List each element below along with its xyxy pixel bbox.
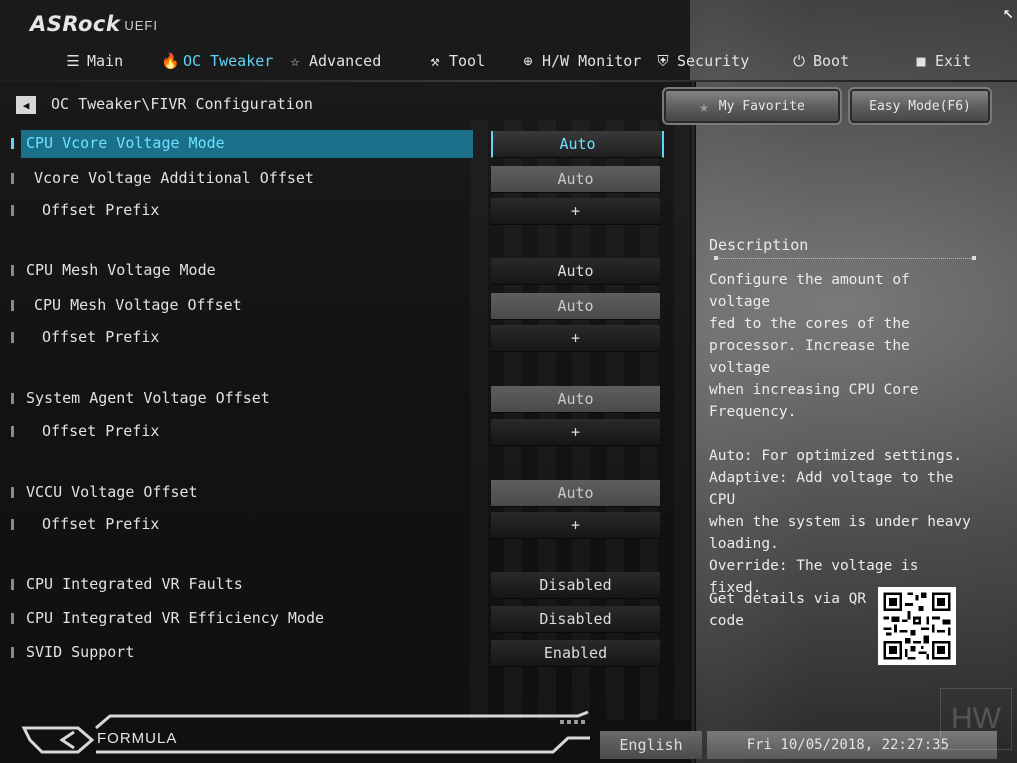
breadcrumb: OC Tweaker\FIVR Configuration [51, 95, 313, 113]
setting-value-button[interactable]: Auto [491, 131, 664, 158]
setting-row-offset-prefix[interactable]: Offset Prefix + [0, 197, 690, 225]
tab-boot[interactable]: ⏻ Boot [791, 50, 849, 72]
setting-row-cpu-mesh-voltage-offset[interactable]: CPU Mesh Voltage Offset Auto [0, 292, 690, 320]
qr-code-icon [878, 587, 956, 665]
setting-row-offset-prefix[interactable]: Offset Prefix + [0, 324, 690, 352]
setting-value-button[interactable]: + [491, 512, 660, 539]
setting-row-offset-prefix[interactable]: Offset Prefix + [0, 511, 690, 539]
flame-icon: 🔥 [161, 52, 180, 70]
tab-main[interactable]: ☰ Main [65, 50, 123, 72]
setting-label: VCCU Voltage Offset [26, 483, 198, 501]
setting-label: Offset Prefix [42, 515, 160, 533]
my-favorite-label: My Favorite [718, 98, 805, 114]
power-icon: ⏻ [793, 52, 805, 70]
setting-value-button[interactable]: + [491, 419, 660, 446]
my-favorite-button[interactable]: ★ My Favorite [662, 87, 842, 125]
tab-label: Security [677, 52, 750, 70]
setting-row-cpu-vcore-voltage-mode[interactable]: CPU Vcore Voltage Mode Auto [0, 130, 690, 158]
description-divider [714, 256, 976, 260]
tab-oc-tweaker[interactable]: 🔥 OC Tweaker [161, 50, 273, 72]
back-button[interactable]: ◀ [16, 96, 36, 114]
row-marker [11, 426, 14, 437]
tab-exit[interactable]: ■ Exit [913, 50, 971, 72]
setting-row-cpu-integrated-vr-faults[interactable]: CPU Integrated VR Faults Disabled [0, 571, 690, 599]
setting-label: SVID Support [26, 643, 135, 661]
row-marker [11, 579, 14, 590]
setting-row-svid-support[interactable]: SVID Support Enabled [0, 639, 690, 667]
row-marker [11, 393, 14, 404]
shield-icon: ⛨ [657, 52, 669, 70]
tab-hw-monitor[interactable]: ⊕ H/W Monitor [520, 50, 641, 72]
product-text: UEFI [124, 18, 158, 33]
row-marker [11, 173, 14, 184]
easy-mode-label: Easy Mode(F6) [869, 98, 971, 114]
star-wand-icon: ☆ [290, 52, 300, 70]
setting-row-system-agent-voltage-offset[interactable]: System Agent Voltage Offset Auto [0, 385, 690, 413]
setting-label: Offset Prefix [42, 201, 160, 219]
tab-label: Exit [935, 52, 972, 70]
tab-label: H/W Monitor [542, 52, 642, 70]
star-icon: ★ [699, 96, 709, 116]
tab-label: Main [87, 52, 124, 70]
row-marker [11, 300, 14, 311]
tab-bar-divider [0, 80, 1017, 82]
setting-label: CPU Integrated VR Faults [26, 575, 243, 593]
row-marker [11, 647, 14, 658]
setting-label: Offset Prefix [42, 422, 160, 440]
description-title: Description [709, 236, 809, 254]
tab-security[interactable]: ⛨ Security [655, 50, 749, 72]
asrock-uefi-logo: ASRock UEFI [30, 10, 158, 36]
setting-row-offset-prefix[interactable]: Offset Prefix + [0, 418, 690, 446]
setting-label: CPU Integrated VR Efficiency Mode [26, 609, 325, 627]
door-icon: ■ [916, 52, 926, 70]
description-text: Configure the amount of voltage fed to t… [709, 272, 971, 596]
back-arrow-icon: ◀ [22, 98, 30, 112]
qr-label: Get details via QR code [709, 591, 867, 629]
brand-text: ASRock [30, 12, 121, 36]
setting-value-button[interactable]: Disabled [491, 606, 660, 633]
row-marker [11, 265, 14, 276]
setting-value-button[interactable]: Disabled [491, 572, 660, 599]
setting-row-cpu-mesh-voltage-mode[interactable]: CPU Mesh Voltage Mode Auto [0, 257, 690, 285]
language-button[interactable]: English [600, 731, 702, 759]
setting-value-button[interactable]: + [491, 325, 660, 352]
mouse-cursor-icon: ↖ [1003, 2, 1014, 23]
row-marker [11, 613, 14, 624]
setting-label: Offset Prefix [42, 328, 160, 346]
setting-value-button[interactable]: Auto [491, 166, 660, 193]
row-marker [11, 138, 14, 149]
setting-value-button[interactable]: Enabled [491, 640, 660, 667]
tab-advanced[interactable]: ☆ Advanced [287, 50, 381, 72]
setting-value-button[interactable]: Auto [491, 293, 660, 320]
setting-label: Vcore Voltage Additional Offset [34, 169, 314, 187]
setting-row-vccu-voltage-offset[interactable]: VCCU Voltage Offset Auto [0, 479, 690, 507]
setting-value-button[interactable]: + [491, 198, 660, 225]
watermark: HW [940, 688, 1012, 750]
setting-row-vcore-additional-offset[interactable]: Vcore Voltage Additional Offset Auto [0, 165, 690, 193]
tab-label: Advanced [309, 52, 382, 70]
list-icon: ☰ [66, 52, 80, 70]
setting-label: CPU Mesh Voltage Mode [26, 261, 216, 279]
tab-tool[interactable]: ⚒ Tool [427, 50, 485, 72]
crosshair-icon: ⊕ [523, 52, 533, 70]
row-marker [11, 519, 14, 530]
easy-mode-button[interactable]: Easy Mode(F6) [848, 87, 992, 125]
tools-icon: ⚒ [430, 52, 440, 70]
setting-label: CPU Vcore Voltage Mode [26, 134, 225, 152]
setting-value-button[interactable]: Auto [491, 258, 660, 285]
main-tab-bar: ☰ Main 🔥 OC Tweaker ☆ Advanced ⚒ Tool ⊕ … [0, 44, 1017, 78]
panel-divider [690, 80, 696, 763]
row-marker [11, 332, 14, 343]
setting-label: CPU Mesh Voltage Offset [34, 296, 242, 314]
row-marker [11, 205, 14, 216]
tab-label: Tool [449, 52, 486, 70]
row-marker [11, 487, 14, 498]
setting-row-cpu-integrated-vr-efficiency-mode[interactable]: CPU Integrated VR Efficiency Mode Disabl… [0, 605, 690, 633]
tab-label: OC Tweaker [183, 52, 274, 70]
formula-logo-text: FORMULA [97, 730, 178, 747]
setting-value-button[interactable]: Auto [491, 480, 660, 507]
setting-label: System Agent Voltage Offset [26, 389, 270, 407]
tab-label: Boot [813, 52, 850, 70]
setting-value-button[interactable]: Auto [491, 386, 660, 413]
